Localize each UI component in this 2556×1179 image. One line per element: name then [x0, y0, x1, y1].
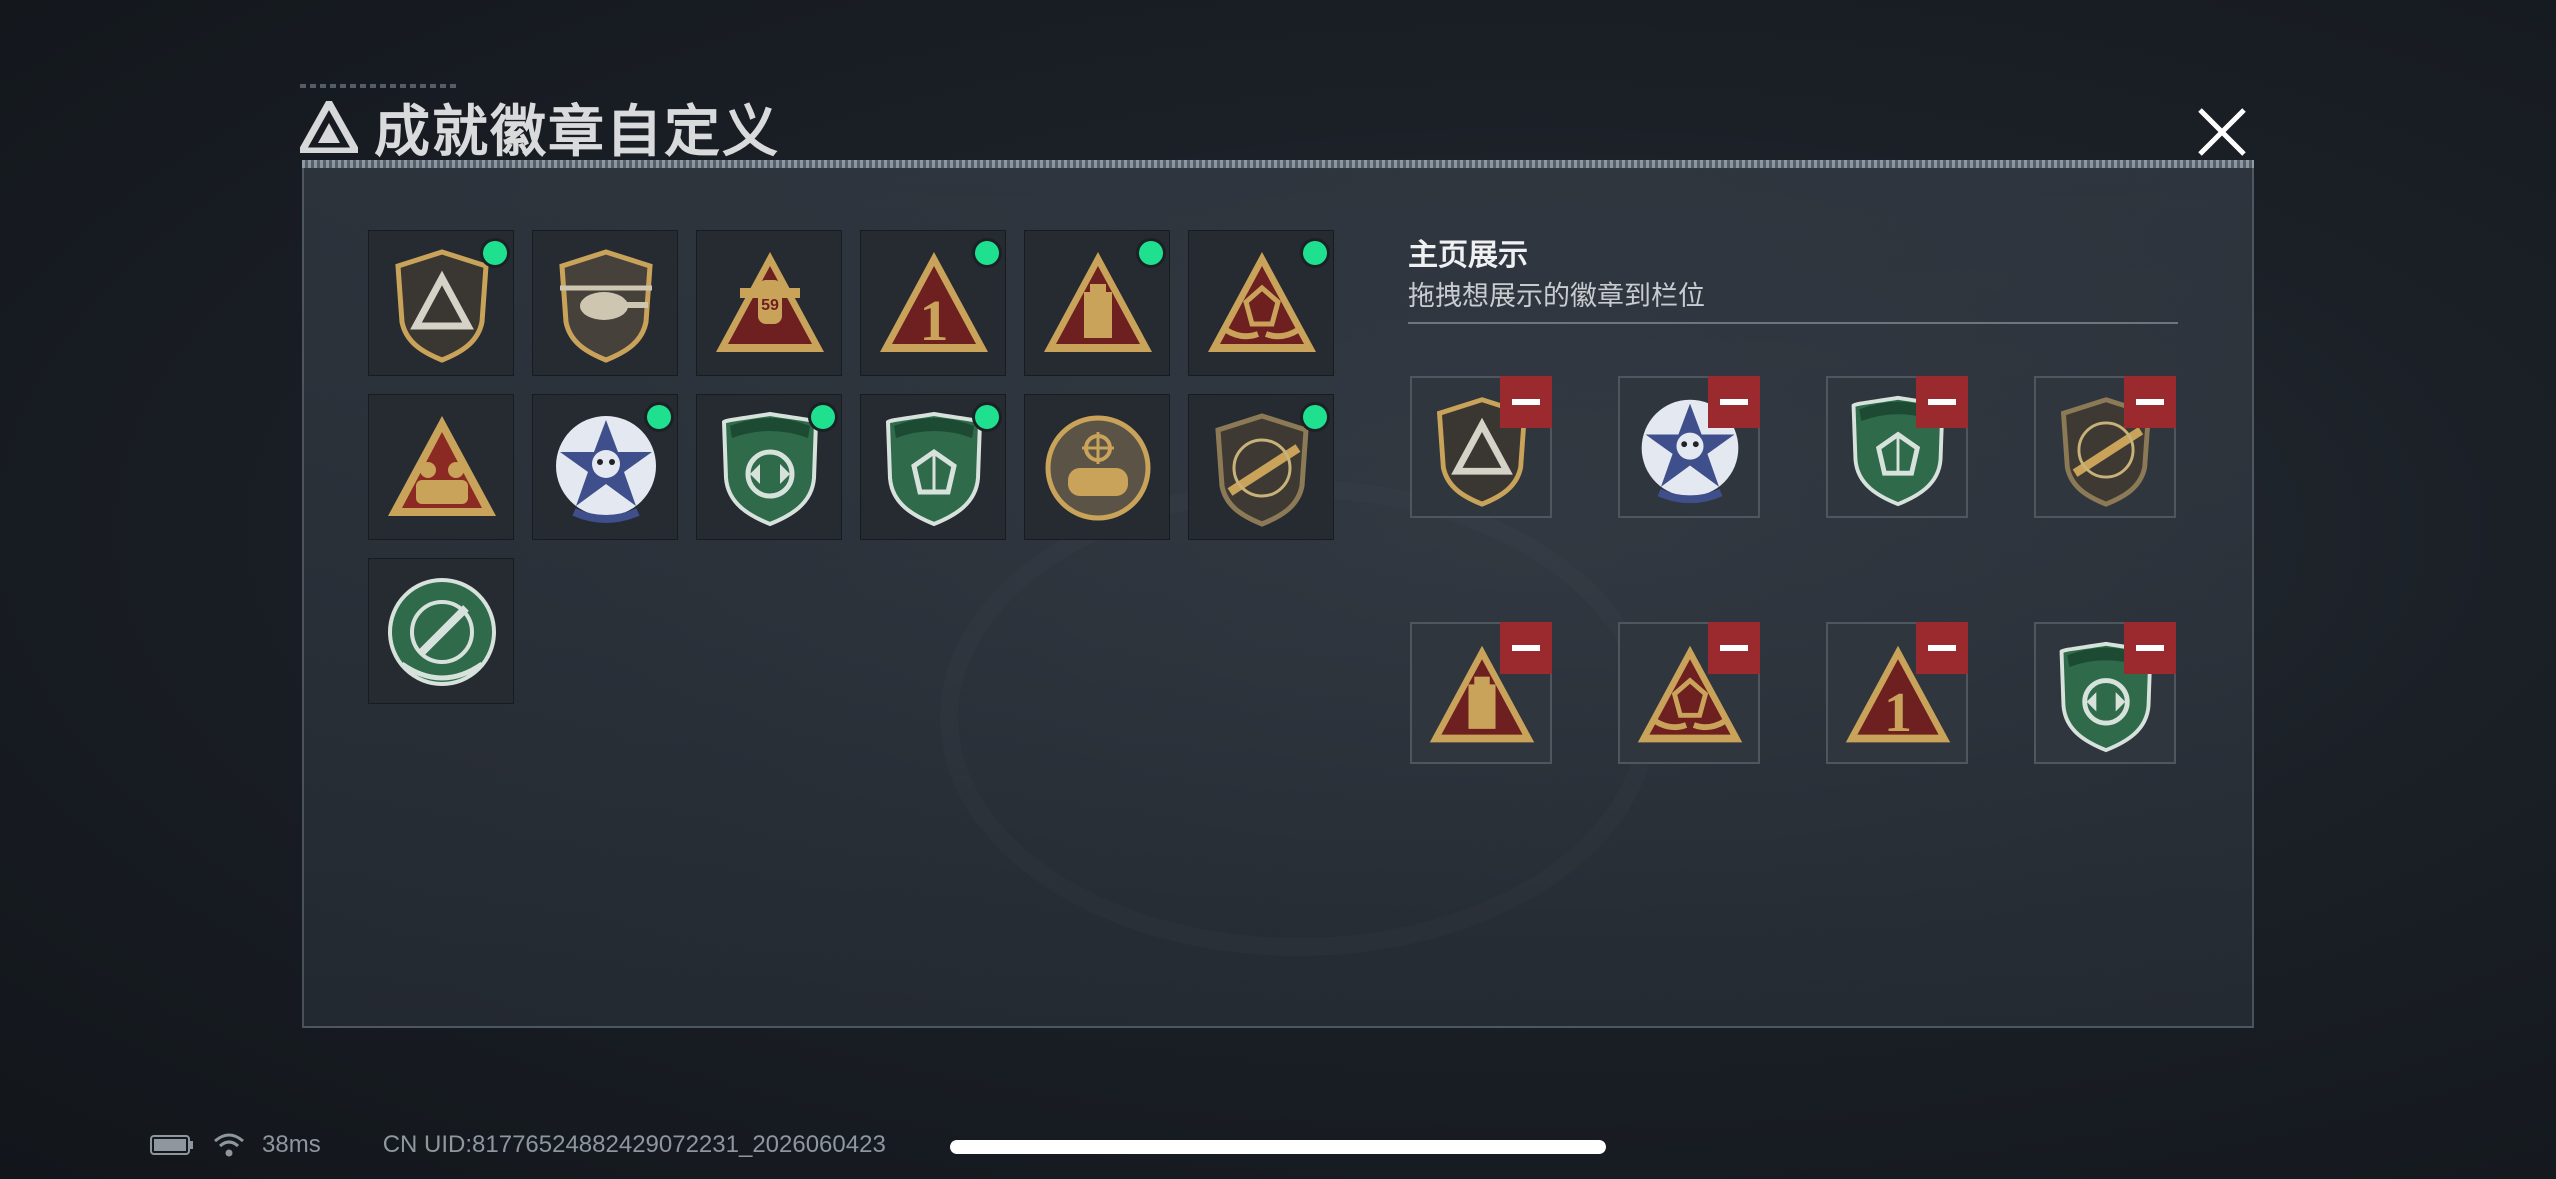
equipped-indicator	[1303, 241, 1327, 265]
rifle-shield-badge-icon	[1215, 413, 1309, 527]
badge-tile[interactable]	[532, 230, 678, 376]
green-shield-arrows-badge-icon	[721, 411, 819, 527]
remove-badge-button[interactable]	[2124, 376, 2176, 428]
home-indicator[interactable]	[950, 1140, 1606, 1154]
equipped-indicator	[647, 405, 671, 429]
equipped-indicator	[811, 405, 835, 429]
remove-badge-button[interactable]	[2124, 622, 2176, 674]
close-button[interactable]	[2190, 100, 2254, 164]
uid-text: CN UID:81776524882429072231_2026060423	[382, 1131, 886, 1158]
remove-badge-button[interactable]	[1500, 376, 1552, 428]
showcase-subtitle: 拖拽想展示的徽章到栏位	[1408, 281, 1705, 311]
equipped-indicator	[975, 241, 999, 265]
badge-tile[interactable]: 59	[696, 230, 842, 376]
squad-triangle-badge-icon	[388, 416, 496, 516]
badge-tile[interactable]	[1024, 230, 1170, 376]
number-1-triangle-badge-icon: 1	[880, 252, 988, 353]
remove-badge-button[interactable]	[1500, 622, 1552, 674]
tower-triangle-badge-icon	[1044, 252, 1152, 352]
svg-text:59: 59	[761, 297, 779, 314]
green-shield-knife-badge-icon	[388, 578, 496, 686]
triangle-logo-icon	[300, 101, 358, 153]
showcase-slot[interactable]	[1826, 376, 1968, 518]
status-bar: 38ms CN UID:81776524882429072231_2026060…	[150, 1130, 886, 1160]
svg-text:1: 1	[1884, 682, 1912, 744]
showcase-slot[interactable]	[1618, 622, 1760, 764]
showcase-slot[interactable]: 1	[1826, 622, 1968, 764]
battery-icon	[150, 1135, 193, 1155]
svg-text:1: 1	[920, 288, 949, 353]
badge-tile[interactable]	[696, 394, 842, 540]
star-skull-badge-icon	[556, 416, 656, 523]
equipped-indicator	[483, 241, 507, 265]
badge-tile[interactable]	[532, 394, 678, 540]
showcase-slot[interactable]	[1410, 376, 1552, 518]
green-shield-gem-badge-icon	[885, 411, 983, 527]
shield-triangle-badge-icon	[395, 249, 489, 363]
aircraft-59-badge-icon: 59	[716, 252, 824, 352]
remove-badge-button[interactable]	[1916, 376, 1968, 428]
equipped-indicator	[975, 405, 999, 429]
showcase-divider	[1408, 322, 2178, 324]
badge-tile[interactable]	[368, 394, 514, 540]
equipped-indicator	[1303, 405, 1327, 429]
badge-tile[interactable]	[1024, 394, 1170, 540]
remove-badge-button[interactable]	[1916, 622, 1968, 674]
showcase-title: 主页展示	[1408, 239, 1528, 272]
showcase-slot[interactable]	[1410, 622, 1552, 764]
panel-top-border	[302, 160, 2254, 168]
close-icon	[2198, 108, 2246, 156]
helicopter-shield-badge-icon	[559, 249, 653, 363]
remove-badge-button[interactable]	[1708, 376, 1760, 428]
page-title: 成就徽章自定义	[374, 99, 780, 163]
badge-tile[interactable]	[368, 230, 514, 376]
badge-tile[interactable]	[368, 558, 514, 704]
gem-hands-triangle-badge-icon	[1208, 252, 1316, 352]
wifi-icon	[214, 1133, 244, 1157]
header: 成就徽章自定义	[300, 92, 780, 163]
crosshair-fist-badge-icon	[1045, 415, 1151, 521]
badge-tile[interactable]	[1188, 230, 1334, 376]
showcase-slot[interactable]	[2034, 376, 2176, 518]
badge-tile[interactable]	[860, 394, 1006, 540]
showcase-slot[interactable]	[1618, 376, 1760, 518]
equipped-indicator	[1139, 241, 1163, 265]
remove-badge-button[interactable]	[1708, 622, 1760, 674]
latency-text: 38ms	[262, 1131, 321, 1158]
badge-tile[interactable]: 1	[860, 230, 1006, 376]
badge-tile[interactable]	[1188, 394, 1334, 540]
showcase-slot[interactable]	[2034, 622, 2176, 764]
